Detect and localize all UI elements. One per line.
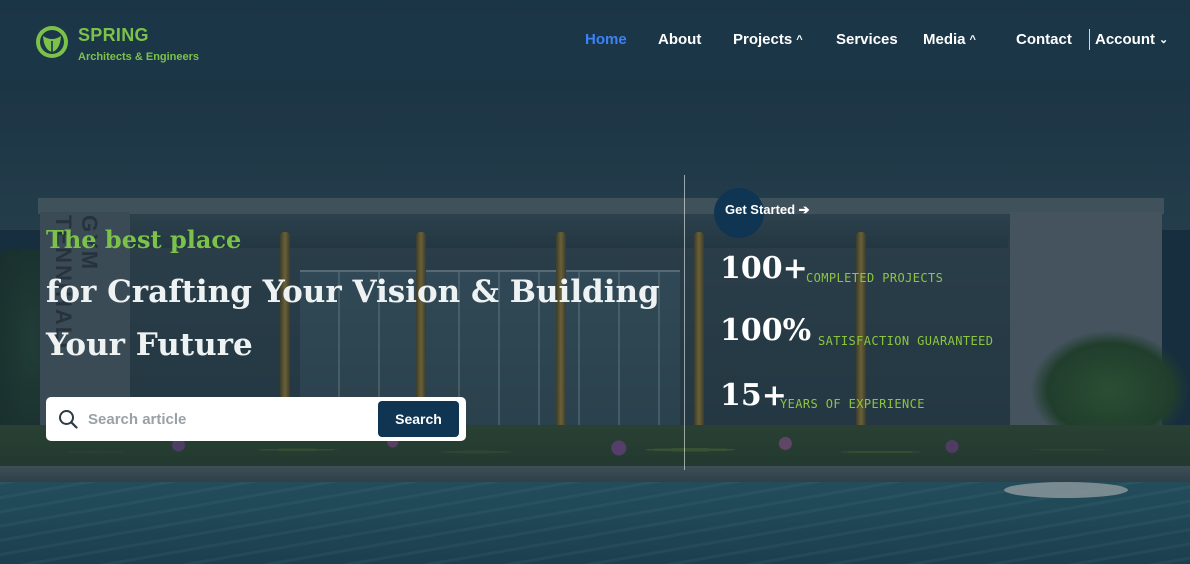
stat-label: SATISFACTION GUARANTEED: [818, 334, 994, 348]
nav-about[interactable]: About: [658, 31, 701, 48]
nav-services[interactable]: Services: [836, 31, 898, 48]
search-icon: [59, 410, 78, 429]
stat-value: 100%: [720, 313, 812, 348]
nav-label: Projects: [733, 31, 793, 48]
brand-name[interactable]: SPRING: [78, 25, 149, 46]
nav-label: Home: [585, 31, 627, 48]
brand-tagline: Architects & Engineers: [78, 51, 200, 63]
stat-value: 100+: [720, 251, 808, 286]
stat-label: COMPLETED PROJECTS: [806, 271, 944, 285]
nav-divider: [1089, 29, 1090, 50]
stat-value: 15+: [720, 378, 787, 413]
nav-label: Account: [1095, 31, 1155, 48]
leaf-logo-icon[interactable]: [34, 24, 70, 60]
hero-headline-line-1: for Crafting Your Vision & Building: [46, 274, 660, 310]
hero-headline-line-2: Your Future: [46, 327, 253, 363]
hero-headline: for Crafting Your Vision & Building Your…: [46, 266, 660, 372]
nav-projects[interactable]: Projects ^: [733, 31, 803, 48]
nav-label: About: [658, 31, 702, 48]
vertical-divider: [684, 175, 685, 470]
navbar: SPRING Architects & Engineers Home About…: [0, 0, 1190, 80]
get-started-button[interactable]: Get Started ➔: [725, 202, 810, 218]
search-button[interactable]: Search: [378, 401, 459, 437]
nav-label: Services: [836, 31, 898, 48]
chevron-up-icon: ^: [969, 34, 976, 46]
nav-contact[interactable]: Contact: [1016, 31, 1072, 48]
chevron-down-icon: ⌄: [1159, 34, 1169, 46]
nav-home[interactable]: Home: [585, 31, 627, 48]
nav-media[interactable]: Media ^: [923, 31, 976, 48]
hero-tagline: The best place: [46, 225, 242, 254]
stat-label: YEARS OF EXPERIENCE: [780, 397, 925, 411]
nav-label: Contact: [1016, 31, 1072, 48]
chevron-up-icon: ^: [796, 34, 803, 46]
nav-label: Media: [923, 31, 966, 48]
nav-account[interactable]: Account ⌄: [1095, 31, 1168, 48]
search-input[interactable]: [88, 405, 370, 433]
